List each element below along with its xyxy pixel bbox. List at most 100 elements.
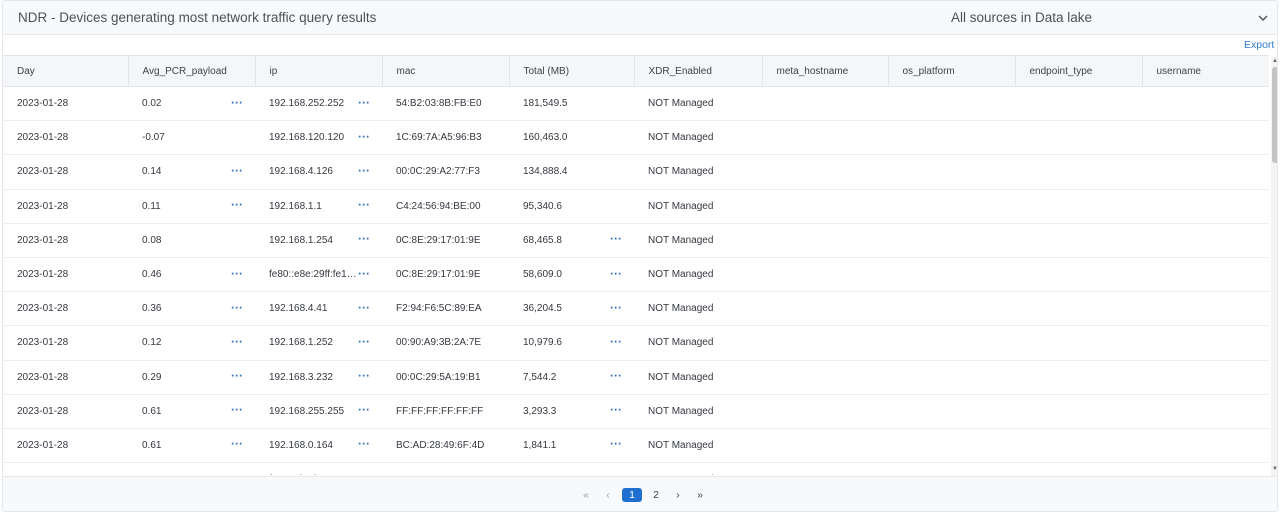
column-header[interactable]: os_platform [888, 55, 1016, 87]
cell-value: NOT Managed [648, 98, 714, 110]
last-page-button[interactable]: » [689, 489, 711, 501]
table-cell-empty [888, 154, 1015, 190]
table-cell-empty [1015, 86, 1142, 122]
table-cell-empty [888, 462, 1015, 475]
page-title: NDR - Devices generating most network tr… [18, 10, 377, 25]
column-header[interactable]: ip [255, 55, 383, 87]
next-page-button[interactable]: › [667, 489, 689, 501]
table-cell-empty [888, 325, 1015, 361]
table-row[interactable]: 2023-01-28 0.61 ··· 192.168.255.255 ··· FF:FF… [3, 394, 1269, 429]
more-actions-icon[interactable]: ··· [358, 300, 370, 314]
table-row[interactable]: 2023-01-28 0.46 ··· fe80::e8e:29ff:fe17:...… [3, 257, 1269, 293]
more-actions-icon[interactable]: ··· [358, 232, 370, 246]
more-actions-icon[interactable]: ··· [358, 164, 370, 178]
chevron-down-icon[interactable] [1256, 11, 1270, 25]
scroll-down-arrow-icon[interactable]: ▼ [1272, 466, 1277, 472]
cell-value: 2023-01-28 [17, 132, 69, 144]
table-row[interactable]: 2023-01-28 0.61 fe80::8b7d:ce:... 00:0C:29:… [3, 462, 1269, 475]
table-cell-empty [1142, 428, 1269, 464]
cell-value: -0.07 [142, 132, 165, 144]
page-2-button[interactable]: 2 [645, 489, 667, 501]
column-header[interactable]: endpoint_type [1015, 55, 1143, 87]
column-header[interactable]: username [1142, 55, 1269, 87]
more-actions-icon[interactable]: ··· [231, 266, 243, 280]
cell-value: 2023-01-28 [17, 439, 69, 451]
more-actions-icon[interactable]: ··· [231, 437, 243, 451]
more-actions-icon[interactable]: ··· [358, 335, 370, 349]
cell-value: 192.168.1.252 [269, 337, 333, 349]
more-actions-icon[interactable]: ··· [610, 335, 622, 349]
more-actions-icon[interactable]: ··· [610, 232, 622, 246]
table-cell-total: 95,340.6 [509, 189, 634, 224]
column-header[interactable]: Total (MB) [509, 55, 635, 87]
cell-value: 36,204.5 [523, 303, 562, 315]
cell-value: 0.02 [142, 98, 162, 110]
cell-value: 00:0C:29:5A:19:B1 [396, 371, 481, 383]
table-cell-empty [1142, 189, 1269, 224]
more-actions-icon[interactable]: ··· [231, 300, 243, 314]
column-header[interactable]: meta_hostname [762, 55, 889, 87]
table-row[interactable]: 2023-01-28 0.61 ··· 192.168.0.164 ··· BC:AD:2… [3, 428, 1269, 464]
prev-page-button[interactable]: ‹ [597, 489, 619, 501]
table-row[interactable]: 2023-01-28 0.14 ··· 192.168.4.126 ··· 00:0C:2… [3, 154, 1269, 190]
query-results-panel: NDR - Devices generating most network tr… [2, 0, 1278, 512]
more-actions-icon[interactable]: ··· [231, 403, 243, 417]
cell-value: 2023-01-28 [17, 337, 69, 349]
more-actions-icon[interactable]: ··· [610, 403, 622, 417]
more-actions-icon[interactable]: ··· [358, 266, 370, 280]
more-actions-icon[interactable]: ··· [358, 369, 370, 383]
more-actions-icon[interactable]: ··· [358, 129, 370, 143]
table-cell-avg: 0.08 [128, 223, 255, 258]
table-cell-total: 36,204.5 ··· [509, 291, 634, 327]
source-selector[interactable]: All sources in Data lake [951, 10, 1092, 25]
cell-value: 2023-01-28 [17, 166, 69, 178]
column-header[interactable]: Avg_PCR_payload [128, 55, 256, 87]
column-header[interactable]: mac [382, 55, 510, 87]
cell-value: 0.08 [142, 234, 162, 246]
more-actions-icon[interactable]: ··· [358, 95, 370, 109]
more-actions-icon[interactable]: ··· [358, 403, 370, 417]
column-header[interactable]: Day [3, 55, 129, 87]
more-actions-icon[interactable]: ··· [610, 300, 622, 314]
export-link[interactable]: Export [1244, 39, 1274, 51]
more-actions-icon[interactable]: ··· [358, 437, 370, 451]
cell-value: 192.168.120.120 [269, 132, 345, 144]
cell-value: 0.29 [142, 371, 162, 383]
cell-value: 134,888.4 [523, 166, 568, 178]
table-cell-avg: 0.61 [128, 462, 255, 475]
more-actions-icon[interactable]: ··· [231, 369, 243, 383]
table-row[interactable]: 2023-01-28 0.11 ··· 192.168.1.1 ··· C4:24:56:… [3, 189, 1269, 224]
table-cell-empty [762, 360, 888, 395]
more-actions-icon[interactable]: ··· [231, 95, 243, 109]
more-actions-icon[interactable]: ··· [358, 198, 370, 212]
table-row[interactable]: 2023-01-28 -0.07 192.168.120.120 ··· 1C:69:7… [3, 120, 1269, 156]
cell-value: NOT Managed [648, 132, 714, 144]
table-row[interactable]: 2023-01-28 0.02 ··· 192.168.252.252 ··· 54:B2… [3, 86, 1269, 122]
first-page-button[interactable]: « [575, 489, 597, 501]
more-actions-icon[interactable]: ··· [231, 198, 243, 212]
table-row[interactable]: 2023-01-28 0.08 192.168.1.254 ··· 0C:8E:29:1… [3, 223, 1269, 258]
table-cell-empty [1015, 257, 1142, 293]
scroll-up-arrow-icon[interactable]: ▲ [1272, 58, 1277, 64]
cell-value: 0C:8E:29:17:01:9E [396, 268, 481, 280]
more-actions-icon[interactable]: ··· [231, 164, 243, 178]
more-actions-icon[interactable]: ··· [610, 369, 622, 383]
more-actions-icon[interactable]: ··· [610, 266, 622, 280]
table-cell-avg: 0.11 ··· [128, 189, 255, 224]
page-1-button[interactable]: 1 [622, 487, 642, 502]
cell-value: 00:90:A9:3B:2A:7E [396, 337, 482, 349]
table-cell-xdr: NOT Managed [634, 291, 762, 327]
table-row[interactable]: 2023-01-28 0.12 ··· 192.168.1.252 ··· 00:90:A… [3, 325, 1269, 361]
more-actions-icon[interactable]: ··· [231, 335, 243, 349]
cell-value: BC:AD:28:49:6F:4D [396, 439, 485, 451]
table-cell-total: 58,609.0 ··· [509, 257, 634, 293]
table-row[interactable]: 2023-01-28 0.29 ··· 192.168.3.232 ··· 00:0C:2… [3, 360, 1269, 395]
more-actions-icon[interactable]: ··· [610, 437, 622, 451]
table-cell-avg: 0.36 ··· [128, 291, 255, 327]
column-header[interactable]: XDR_Enabled [634, 55, 763, 87]
table-row[interactable]: 2023-01-28 0.36 ··· 192.168.4.41 ··· F2:94:F6… [3, 291, 1269, 327]
table-cell-xdr: NOT Managed [634, 257, 762, 293]
cell-value: 95,340.6 [523, 200, 562, 212]
table-cell-empty [888, 120, 1015, 156]
scrollbar-thumb[interactable] [1272, 67, 1277, 163]
